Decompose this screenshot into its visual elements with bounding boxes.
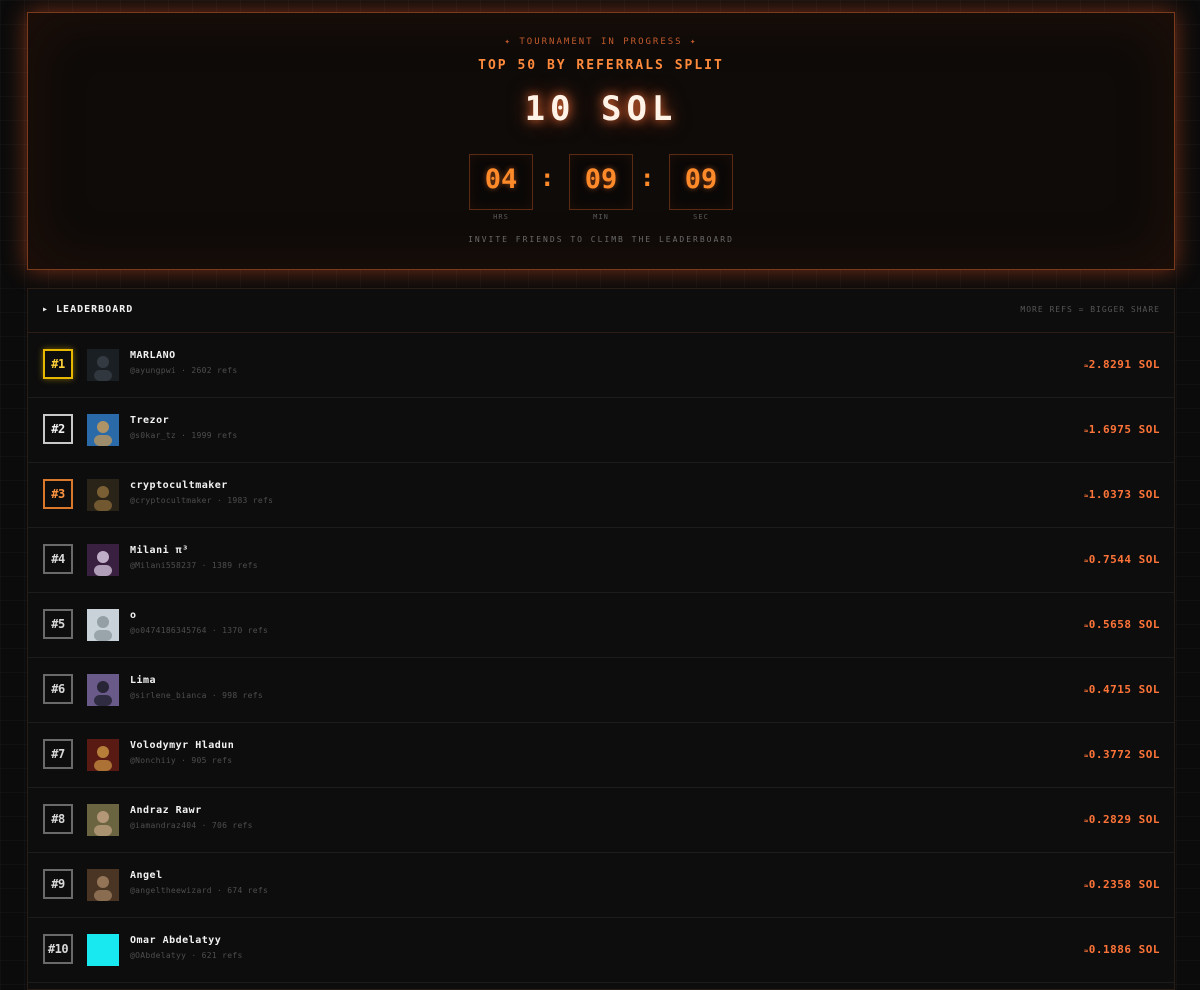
- rank-badge: #4: [43, 544, 73, 574]
- user-handle-refs: @Milani558237 · 1389 refs: [130, 561, 258, 570]
- leaderboard-row[interactable]: #2 Trezor @s0kar_tz · 1999 refs ≈1.6975 SOL: [28, 398, 1174, 463]
- timer-separator: :: [540, 164, 555, 192]
- sol-share: ≈0.1886 SOL: [1084, 943, 1160, 956]
- sol-share: ≈1.0373 SOL: [1084, 488, 1160, 501]
- avatar[interactable]: [87, 609, 119, 641]
- avatar[interactable]: [87, 544, 119, 576]
- leaderboard-panel: ▸ LEADERBOARD MORE REFS = BIGGER SHARE #…: [27, 288, 1175, 990]
- sol-amount: 0.1886 SOL: [1088, 943, 1160, 956]
- rank-badge: #3: [43, 479, 73, 509]
- user-name[interactable]: Volodymyr Hladun: [130, 740, 234, 751]
- sol-share: ≈1.6975 SOL: [1084, 423, 1160, 436]
- user-handle-refs: @OAbdelatyy · 621 refs: [130, 951, 243, 960]
- sol-amount: 0.4715 SOL: [1088, 683, 1160, 696]
- leaderboard-row[interactable]: #8 Andraz Rawr @iamandraz404 · 706 refs ≈0.…: [28, 788, 1174, 853]
- rank-badge: #6: [43, 674, 73, 704]
- timer-minutes-box: 09: [569, 154, 633, 210]
- user-handle-refs: @o0474186345764 · 1370 refs: [130, 626, 269, 635]
- timer-seconds-label: SEC: [693, 213, 709, 221]
- prize-pool: 10 SOL: [524, 89, 678, 129]
- rank-badge: #2: [43, 414, 73, 444]
- sol-share: ≈0.4715 SOL: [1084, 683, 1160, 696]
- avatar[interactable]: [87, 869, 119, 901]
- user-name[interactable]: Angel: [130, 870, 163, 881]
- timer-seconds-box: 09: [669, 154, 733, 210]
- timer-minutes-label: MIN: [593, 213, 609, 221]
- sol-share: ≈0.2829 SOL: [1084, 813, 1160, 826]
- sol-amount: 0.7544 SOL: [1088, 553, 1160, 566]
- sol-share: ≈2.8291 SOL: [1084, 358, 1160, 371]
- timer-hours: 04: [484, 164, 518, 195]
- countdown-timer: 04 HRS : 09 MIN : 09 SEC: [469, 154, 735, 224]
- rank-badge: #9: [43, 869, 73, 899]
- sol-share: ≈0.2358 SOL: [1084, 878, 1160, 891]
- user-name[interactable]: Andraz Rawr: [130, 805, 202, 816]
- user-handle-refs: @angeltheewizard · 674 refs: [130, 886, 269, 895]
- user-handle-refs: @iamandraz404 · 706 refs: [130, 821, 253, 830]
- rank-badge: #10: [43, 934, 73, 964]
- avatar[interactable]: [87, 674, 119, 706]
- user-handle-refs: @cryptocultmaker · 1983 refs: [130, 496, 274, 505]
- tournament-status: ✦ TOURNAMENT IN PROGRESS ✦: [504, 37, 698, 47]
- avatar[interactable]: [87, 739, 119, 771]
- timer-separator: :: [640, 164, 655, 192]
- avatar[interactable]: [87, 349, 119, 381]
- leaderboard-note: MORE REFS = BIGGER SHARE: [1020, 305, 1160, 314]
- user-name[interactable]: o: [130, 610, 137, 621]
- avatar[interactable]: [87, 479, 119, 511]
- user-name[interactable]: Omar Abdelatyy: [130, 935, 221, 946]
- user-name[interactable]: Trezor: [130, 415, 169, 426]
- leaderboard-row[interactable]: #9 Angel @angeltheewizard · 674 refs ≈0.235…: [28, 853, 1174, 918]
- user-handle-refs: @sirlene_bianca · 998 refs: [130, 691, 264, 700]
- avatar[interactable]: [87, 804, 119, 836]
- avatar[interactable]: [87, 414, 119, 446]
- leaderboard-title: ▸ LEADERBOARD: [42, 304, 134, 315]
- sol-amount: 0.3772 SOL: [1088, 748, 1160, 761]
- sol-amount: 1.6975 SOL: [1088, 423, 1160, 436]
- leaderboard-header: ▸ LEADERBOARD MORE REFS = BIGGER SHARE: [28, 289, 1174, 333]
- user-name[interactable]: MARLANO: [130, 350, 176, 361]
- sol-amount: 0.2829 SOL: [1088, 813, 1160, 826]
- tournament-banner: ✦ TOURNAMENT IN PROGRESS ✦ TOP 50 BY REF…: [27, 12, 1175, 270]
- leaderboard-row[interactable]: #10 Omar Abdelatyy @OAbdelatyy · 621 refs ≈…: [28, 918, 1174, 983]
- user-handle-refs: @Nonchiiy · 905 refs: [130, 756, 233, 765]
- user-name[interactable]: Milani π³: [130, 545, 189, 556]
- sol-amount: 0.2358 SOL: [1088, 878, 1160, 891]
- leaderboard-row[interactable]: #7 Volodymyr Hladun @Nonchiiy · 905 refs ≈0…: [28, 723, 1174, 788]
- user-handle-refs: @ayungpwi · 2602 refs: [130, 366, 238, 375]
- leaderboard-row[interactable]: #4 Milani π³ @Milani558237 · 1389 refs ≈0.7…: [28, 528, 1174, 593]
- sol-amount: 2.8291 SOL: [1088, 358, 1160, 371]
- leaderboard-row[interactable]: #1 MARLANO @ayungpwi · 2602 refs ≈2.8291 SO…: [28, 333, 1174, 398]
- invite-hint: INVITE FRIENDS TO CLIMB THE LEADERBOARD: [468, 235, 734, 244]
- sol-share: ≈0.3772 SOL: [1084, 748, 1160, 761]
- sol-amount: 1.0373 SOL: [1088, 488, 1160, 501]
- user-name[interactable]: cryptocultmaker: [130, 480, 228, 491]
- timer-hours-label: HRS: [493, 213, 509, 221]
- sol-amount: 0.5658 SOL: [1088, 618, 1160, 631]
- timer-seconds: 09: [684, 164, 718, 195]
- user-name[interactable]: Lima: [130, 675, 156, 686]
- leaderboard-row[interactable]: #3 cryptocultmaker @cryptocultmaker · 1983…: [28, 463, 1174, 528]
- timer-hours-box: 04: [469, 154, 533, 210]
- tournament-headline: TOP 50 BY REFERRALS SPLIT: [478, 58, 724, 73]
- rank-badge: #5: [43, 609, 73, 639]
- sol-share: ≈0.5658 SOL: [1084, 618, 1160, 631]
- rank-badge: #1: [43, 349, 73, 379]
- leaderboard-row[interactable]: #6 Lima @sirlene_bianca · 998 refs ≈0.4715 …: [28, 658, 1174, 723]
- avatar[interactable]: [87, 934, 119, 966]
- rank-badge: #7: [43, 739, 73, 769]
- leaderboard-row[interactable]: #5 o @o0474186345764 · 1370 refs ≈0.5658 SO…: [28, 593, 1174, 658]
- rank-badge: #8: [43, 804, 73, 834]
- sol-share: ≈0.7544 SOL: [1084, 553, 1160, 566]
- timer-minutes: 09: [584, 164, 618, 195]
- user-handle-refs: @s0kar_tz · 1999 refs: [130, 431, 238, 440]
